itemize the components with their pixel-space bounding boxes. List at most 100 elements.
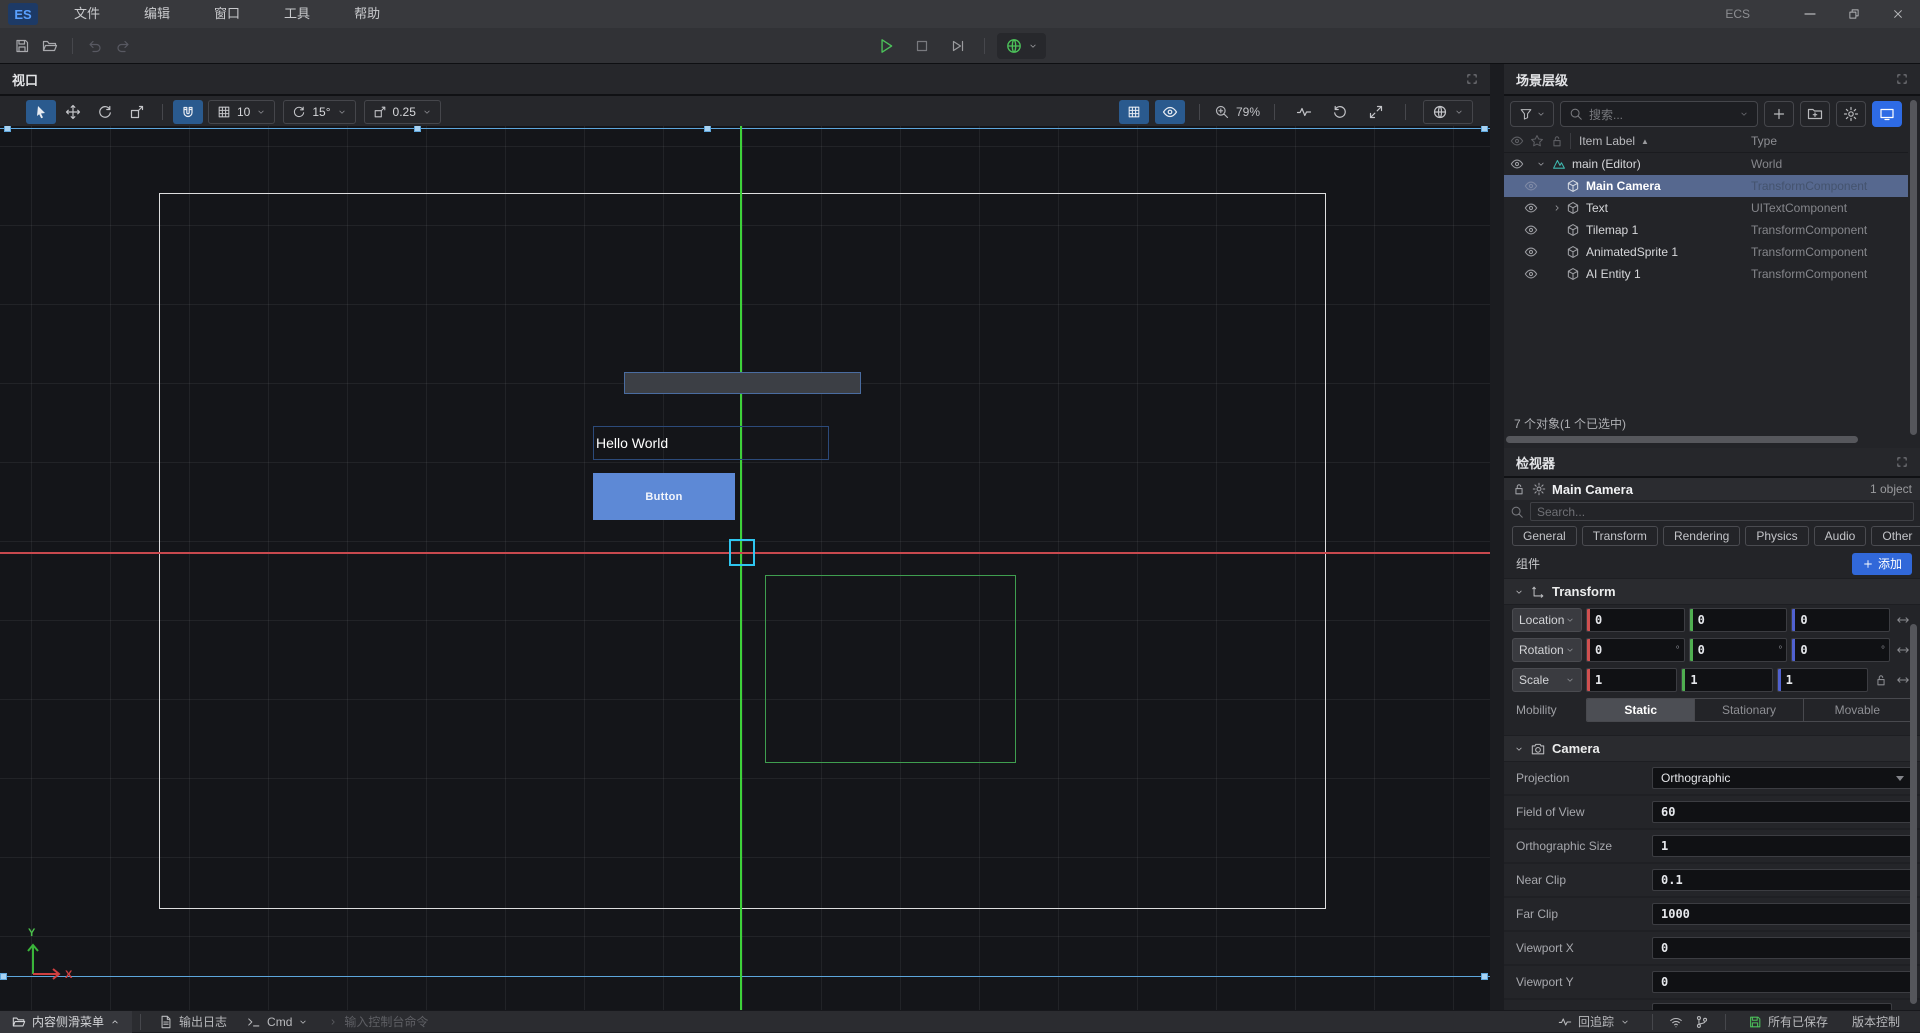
tree-row-ai-entity[interactable]: AI Entity 1 TransformComponent (1504, 263, 1908, 285)
fullscreen-button[interactable] (1361, 100, 1391, 124)
rotate-tool-button[interactable] (90, 100, 120, 124)
maximize-button[interactable] (1832, 0, 1876, 28)
trace-dropdown[interactable]: 回追踪 (1548, 1013, 1640, 1030)
ui-button-entity[interactable]: Button (593, 473, 735, 520)
chevron-down-icon[interactable] (1534, 159, 1548, 169)
undo-button[interactable] (81, 33, 109, 59)
lock-scale-icon[interactable] (1872, 673, 1890, 687)
guide-handle[interactable] (1481, 973, 1488, 980)
tree-row-main-camera[interactable]: Main Camera TransformComponent (1504, 175, 1908, 197)
chevron-right-icon[interactable] (1550, 203, 1564, 213)
scale-z-field[interactable] (1777, 668, 1868, 692)
scale-x-field[interactable] (1586, 668, 1677, 692)
tab-physics[interactable]: Physics (1745, 526, 1808, 546)
gear-icon[interactable] (1532, 482, 1546, 496)
grid-toggle-button[interactable] (1119, 100, 1149, 124)
inspector-search-input[interactable]: Search... (1530, 502, 1914, 521)
orthographic-size-input[interactable] (1652, 835, 1912, 857)
filter-button[interactable] (1510, 101, 1554, 127)
camera-selection-box[interactable] (729, 539, 755, 566)
visibility-eye-icon[interactable] (1524, 201, 1538, 215)
gizmo-visibility-button[interactable] (1155, 100, 1185, 124)
add-folder-button[interactable] (1800, 101, 1830, 127)
lock-column-icon[interactable] (1550, 134, 1564, 148)
near-clip-input[interactable] (1652, 869, 1912, 891)
output-log-button[interactable]: 输出日志 (149, 1013, 237, 1030)
expand-panel-icon[interactable] (1896, 73, 1908, 85)
projection-select[interactable] (1652, 767, 1912, 789)
link-axes-icon[interactable] (1894, 613, 1912, 627)
sprite-bar-entity[interactable] (624, 372, 861, 394)
tree-row-animatedsprite[interactable]: AnimatedSprite 1 TransformComponent (1504, 241, 1908, 263)
zoom-level[interactable]: 79% (1236, 105, 1260, 119)
redo-button[interactable] (109, 33, 137, 59)
visibility-eye-icon[interactable] (1524, 179, 1538, 193)
expand-panel-icon[interactable] (1466, 73, 1478, 85)
mobility-movable[interactable]: Movable (1803, 699, 1911, 721)
cmd-dropdown[interactable]: Cmd (237, 1015, 318, 1029)
branch-button[interactable] (1691, 1015, 1713, 1029)
scale-dropdown[interactable]: Scale (1512, 668, 1582, 692)
menu-file[interactable]: 文件 (52, 0, 122, 28)
tab-audio[interactable]: Audio (1814, 526, 1867, 546)
far-clip-input[interactable] (1652, 903, 1912, 925)
tab-transform[interactable]: Transform (1582, 526, 1658, 546)
mobility-stationary[interactable]: Stationary (1694, 699, 1802, 721)
viewport-y-input[interactable] (1652, 971, 1912, 993)
location-dropdown[interactable]: Location (1512, 608, 1582, 632)
rotation-x-field[interactable]: ° (1586, 638, 1685, 662)
location-z-field[interactable] (1791, 608, 1890, 632)
play-button[interactable] (868, 32, 904, 60)
menu-tools[interactable]: 工具 (262, 0, 332, 28)
minimize-button[interactable] (1788, 0, 1832, 28)
scale-y-field[interactable] (1681, 668, 1772, 692)
rotation-dropdown[interactable]: Rotation (1512, 638, 1582, 662)
hierarchy-hscrollbar[interactable] (1504, 435, 1908, 444)
hierarchy-vscrollbar[interactable] (1910, 100, 1917, 435)
content-drawer-button[interactable]: 内容侧滑菜单 (0, 1011, 132, 1033)
move-tool-button[interactable] (58, 100, 88, 124)
scale-snap-dropdown[interactable]: 0.25 (364, 100, 441, 124)
add-component-button[interactable]: 添加 (1852, 553, 1912, 575)
tab-general[interactable]: General (1512, 526, 1577, 546)
tilemap-bounds-rect[interactable] (765, 575, 1016, 763)
version-control-button[interactable]: 版本控制 (1842, 1013, 1910, 1030)
rotation-snap-dropdown[interactable]: 15° (283, 100, 355, 124)
guide-handle[interactable] (414, 126, 421, 132)
run-target-dropdown[interactable] (997, 33, 1046, 59)
network-status-button[interactable] (1665, 1015, 1687, 1029)
inspector-vscrollbar[interactable] (1910, 624, 1917, 1004)
menu-window[interactable]: 窗口 (192, 0, 262, 28)
field-of-view-input[interactable] (1652, 801, 1912, 823)
stop-button[interactable] (904, 32, 940, 60)
visibility-eye-icon[interactable] (1524, 245, 1538, 259)
location-y-field[interactable] (1689, 608, 1788, 632)
close-button[interactable] (1876, 0, 1920, 28)
grid-snap-dropdown[interactable]: 10 (208, 100, 275, 124)
stats-button[interactable] (1289, 100, 1319, 124)
tab-other[interactable]: Other (1871, 526, 1920, 546)
visibility-eye-icon[interactable] (1524, 267, 1538, 281)
viewport-x-input[interactable] (1652, 937, 1912, 959)
select-tool-button[interactable] (26, 100, 56, 124)
tree-row-world[interactable]: main (Editor) World (1504, 153, 1908, 175)
app-logo[interactable]: ES (8, 3, 38, 25)
tree-row-tilemap[interactable]: Tilemap 1 TransformComponent (1504, 219, 1908, 241)
guide-handle[interactable] (4, 126, 11, 132)
rotation-z-field[interactable]: ° (1791, 638, 1890, 662)
visibility-column-icon[interactable] (1510, 134, 1524, 148)
column-item-label[interactable]: Item Label (1579, 134, 1635, 148)
guide-handle[interactable] (0, 973, 7, 980)
hierarchy-settings-button[interactable] (1836, 101, 1866, 127)
scale-tool-button[interactable] (122, 100, 152, 124)
tree-row-text[interactable]: Text UITextComponent (1504, 197, 1908, 219)
reset-view-button[interactable] (1325, 100, 1355, 124)
location-x-field[interactable] (1586, 608, 1685, 632)
column-type[interactable]: Type (1751, 134, 1777, 148)
tab-rendering[interactable]: Rendering (1663, 526, 1740, 546)
favorite-column-icon[interactable] (1530, 134, 1544, 148)
console-command-input[interactable]: 输入控制台命令 (318, 1013, 438, 1030)
transform-section-header[interactable]: Transform (1504, 578, 1920, 605)
panel-splitter[interactable] (1490, 64, 1504, 1010)
add-entity-button[interactable] (1764, 101, 1794, 127)
